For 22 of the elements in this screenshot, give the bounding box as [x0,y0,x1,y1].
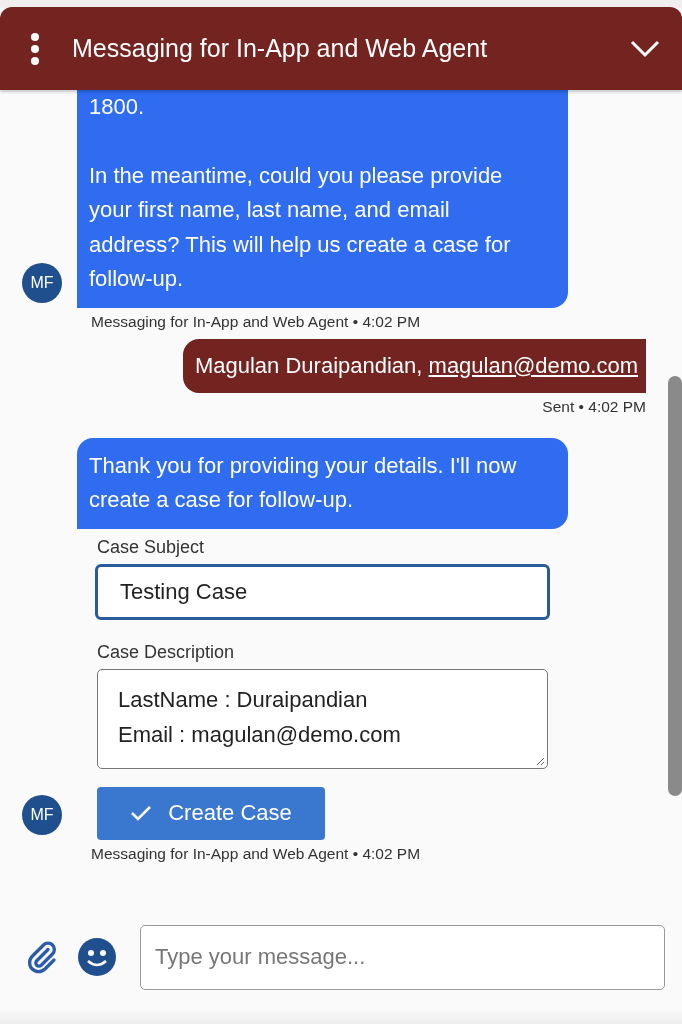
agent-avatar: MF [22,794,62,835]
field-label: Case Description [97,641,236,663]
agent-avatar: MF [22,262,62,303]
case-subject-field[interactable]: Testing Case [95,563,550,620]
case-description-field[interactable]: LastName : Duraipandian Email : magulan@demo.com [97,668,548,769]
message-meta: Sent • 4:02 PM [542,397,646,416]
agent-message-bubble: 1800. In the meantime, could you please provide your first name, last name, and email address? This will help us create a case for follow-up. [77,90,568,308]
chat-title: Messaging for In-App and Web Agent [72,34,489,63]
scrollbar-thumb[interactable] [668,376,682,796]
message-input[interactable]: Type your message... [140,924,665,990]
collapse-chevron-icon[interactable] [630,39,660,58]
email-link[interactable]: magulan@demo.com [428,352,638,378]
create-case-button[interactable]: Create Case [97,786,325,840]
message-meta: Messaging for In-App and Web Agent • 4:02 PM [91,312,422,331]
checkmark-icon [130,805,153,821]
message-meta: Messaging for In-App and Web Agent • 4:02 PM [91,844,422,863]
more-options-icon[interactable] [30,32,40,65]
field-label: Case Subject [97,536,206,558]
resize-grip-icon[interactable] [535,755,545,766]
user-message-bubble: Magulan Duraipandian, magulan@demo.com [182,338,646,393]
agent-message-bubble: Thank you for providing your details. I'll now create a case for follow-up. [77,437,568,529]
smiley-icon[interactable] [78,938,116,976]
